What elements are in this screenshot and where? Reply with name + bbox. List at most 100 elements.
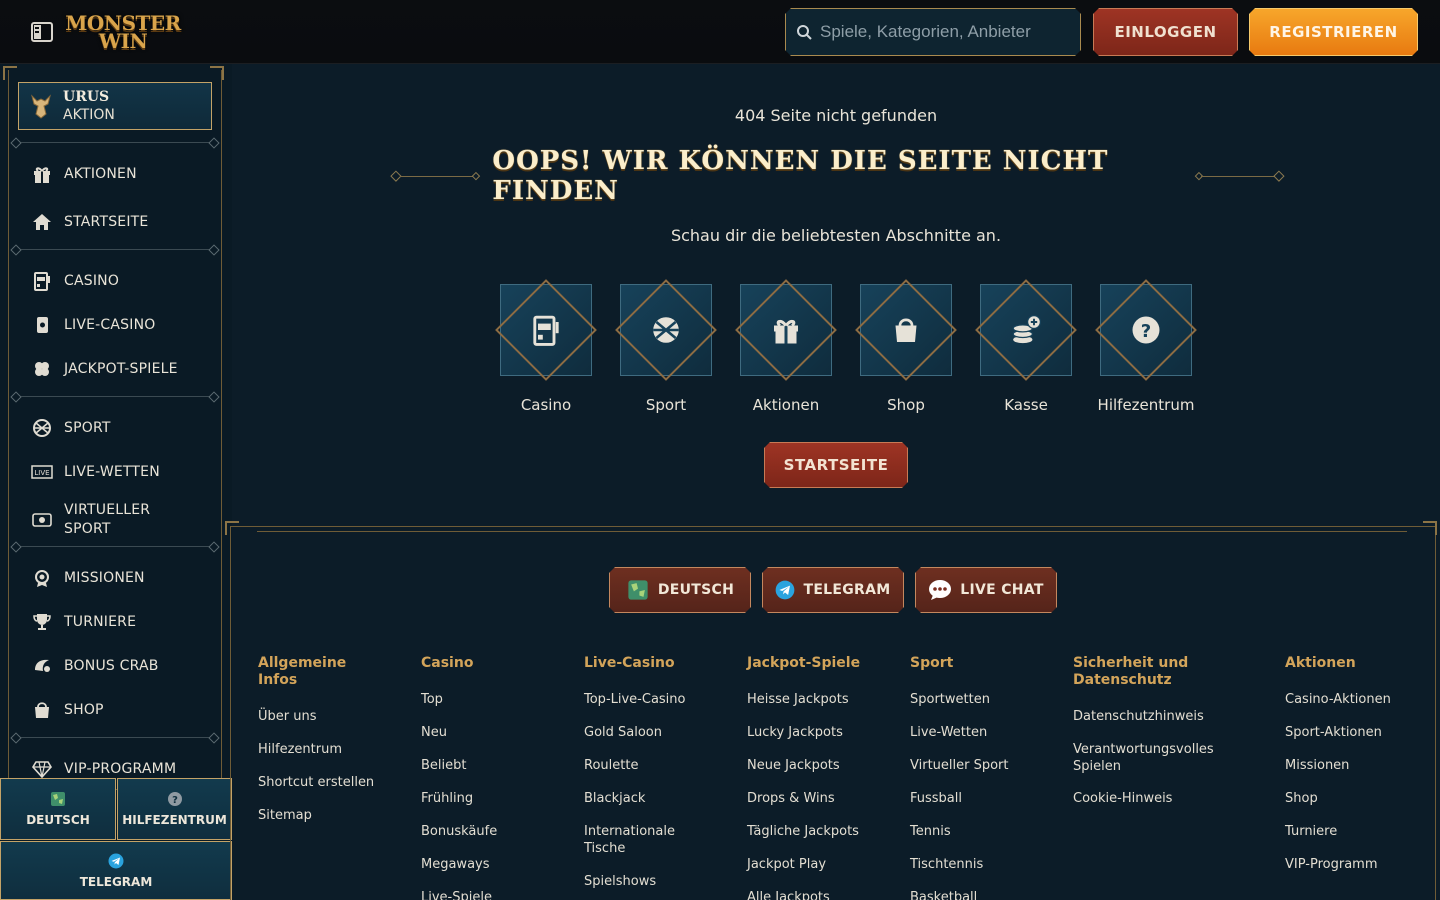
footer-telegram-label: TELEGRAM (803, 582, 891, 598)
sidebar-item-virtueller-sport[interactable]: VIRTUELLER SPORT (30, 498, 210, 542)
footer-link[interactable]: Shortcut erstellen (258, 774, 388, 791)
slot-machine-icon (30, 270, 54, 292)
svg-text:?: ? (1141, 321, 1151, 342)
sidebar-item-label: VIP-PROGRAMM (64, 760, 177, 777)
footer-link[interactable]: Tennis (910, 823, 1050, 840)
footer-link[interactable]: Neue Jackpots (747, 757, 887, 774)
footer-link[interactable]: Über uns (258, 708, 317, 725)
footer-link[interactable]: Sitemap (258, 807, 312, 824)
sidebar-item-casino[interactable]: CASINO (30, 263, 210, 299)
coins-icon (1006, 310, 1046, 350)
footer-link[interactable]: Gold Saloon (584, 724, 662, 741)
footer-link[interactable]: Tägliche Jackpots (747, 823, 887, 840)
footer-link[interactable]: Basketball (910, 889, 1050, 900)
footer-link[interactable]: Bonuskäufe (421, 823, 497, 840)
footer-link[interactable]: Blackjack (584, 790, 645, 807)
footer-link[interactable]: Spielshows (584, 873, 656, 890)
sidebar-item-live-wetten[interactable]: LIVE LIVE-WETTEN (30, 454, 210, 490)
sidebar-item-startseite[interactable]: STARTSEITE (30, 204, 210, 240)
search-box[interactable] (785, 8, 1081, 56)
telegram-button[interactable]: TELEGRAM (0, 841, 232, 900)
tile-sport[interactable]: Sport (606, 278, 726, 418)
tile-label: Aktionen (752, 396, 820, 414)
sidebar-item-label: TURNIERE (64, 613, 137, 630)
live-card-icon (30, 314, 54, 336)
question-icon: ? (167, 792, 182, 806)
sidebar-item-aktionen[interactable]: AKTIONEN (30, 156, 210, 192)
monster-win-logo[interactable]: MONSTER WIN (65, 8, 181, 56)
tile-label: Hilfezentrum (1097, 396, 1195, 414)
footer-link[interactable]: Top-Live-Casino (584, 691, 686, 708)
footer-link[interactable]: Fussball (910, 790, 1050, 807)
footer-link[interactable]: Sportwetten (910, 691, 1050, 708)
footer-language-button[interactable]: DEUTSCH (609, 567, 751, 613)
tile-shop[interactable]: Shop (846, 278, 966, 418)
frame-corner (225, 521, 239, 535)
gift-icon (30, 163, 54, 185)
sidebar-item-sport[interactable]: SPORT (30, 410, 210, 446)
tile-aktionen[interactable]: Aktionen (726, 278, 846, 418)
footer-link[interactable]: Heisse Jackpots (747, 691, 887, 708)
promo-urus-aktion[interactable]: URUS AKTION (18, 82, 212, 130)
footer-link[interactable]: Alle Jackpots (747, 889, 887, 900)
footer-link[interactable]: Turniere (1285, 823, 1425, 840)
sidebar-item-jackpot-spiele[interactable]: JACKPOT-SPIELE (30, 351, 210, 387)
promo-title: URUS (63, 89, 110, 105)
bag-icon (30, 699, 54, 721)
sidebar-toggle-icon[interactable] (30, 20, 54, 44)
footer-link[interactable]: Lucky Jackpots (747, 724, 887, 741)
footer-link[interactable]: Roulette (584, 757, 638, 774)
footer-link[interactable]: Missionen (1285, 757, 1425, 774)
footer-link[interactable]: Live-Spiele (421, 889, 492, 900)
sidebar-item-shop[interactable]: SHOP (30, 692, 210, 728)
footer-link[interactable]: Virtueller Sport (910, 757, 1050, 774)
language-button[interactable]: DEUTSCH (0, 778, 116, 840)
footer-live-chat-button[interactable]: LIVE CHAT (915, 567, 1057, 613)
search-input[interactable] (820, 22, 1060, 42)
footer-link[interactable]: VIP-Programm (1285, 856, 1425, 873)
footer-link[interactable]: Tischtennis (910, 856, 1050, 873)
help-center-button[interactable]: ? HILFEZENTRUM (117, 778, 232, 840)
sidebar-item-label: AKTIONEN (64, 165, 137, 182)
home-icon (30, 211, 54, 233)
diamond-icon (30, 758, 54, 780)
tile-hilfezentrum[interactable]: ? Hilfezentrum (1086, 278, 1206, 418)
sidebar-item-turniere[interactable]: TURNIERE (30, 604, 210, 640)
footer-link[interactable]: Internationale Tische (584, 823, 694, 857)
footer-link[interactable]: Verantwortungsvolles Spielen (1073, 741, 1233, 775)
footer-link[interactable]: Frühling (421, 790, 473, 807)
footer-link[interactable]: Casino-Aktionen (1285, 691, 1425, 708)
footer-link[interactable]: Sport-Aktionen (1285, 724, 1425, 741)
sidebar-divider (16, 249, 214, 250)
sidebar-item-live-casino[interactable]: LIVE-CASINO (30, 307, 210, 343)
footer-link[interactable]: Datenschutzhinweis (1073, 708, 1233, 725)
footer-telegram-button[interactable]: TELEGRAM (762, 567, 904, 613)
footer-link[interactable]: Beliebt (421, 757, 467, 774)
home-button[interactable]: STARTSEITE (764, 442, 908, 488)
frame-corner (1423, 521, 1437, 535)
footer-link[interactable]: Drops & Wins (747, 790, 887, 807)
search-icon (796, 24, 812, 40)
footer-column-heading: Casino (421, 655, 474, 671)
slot-machine-icon (526, 310, 566, 350)
login-button[interactable]: EINLOGGEN (1093, 8, 1238, 56)
footer-link[interactable]: Shop (1285, 790, 1425, 807)
sidebar-item-bonus-crab[interactable]: BONUS CRAB (30, 648, 210, 684)
sidebar-item-label: SHOP (64, 701, 104, 718)
register-button[interactable]: REGISTRIEREN (1249, 8, 1418, 56)
globe-icon (51, 792, 65, 806)
svg-text:?: ? (172, 795, 178, 806)
tile-casino[interactable]: Casino (486, 278, 606, 418)
footer-link[interactable]: Megaways (421, 856, 490, 873)
footer-link[interactable]: Cookie-Hinweis (1073, 790, 1233, 807)
footer-link[interactable]: Live-Wetten (910, 724, 1050, 741)
footer-link[interactable]: Hilfezentrum (258, 741, 342, 758)
footer-link[interactable]: Jackpot Play (747, 856, 887, 873)
sidebar-item-missionen[interactable]: MISSIONEN (30, 560, 210, 596)
promo-subtitle: AKTION (63, 107, 115, 123)
footer-link[interactable]: Neu (421, 724, 447, 741)
footer-column-heading: Jackpot-Spiele (747, 655, 861, 671)
tile-kasse[interactable]: Kasse (966, 278, 1086, 418)
footer-link[interactable]: Top (421, 691, 443, 708)
chat-icon (928, 579, 952, 601)
